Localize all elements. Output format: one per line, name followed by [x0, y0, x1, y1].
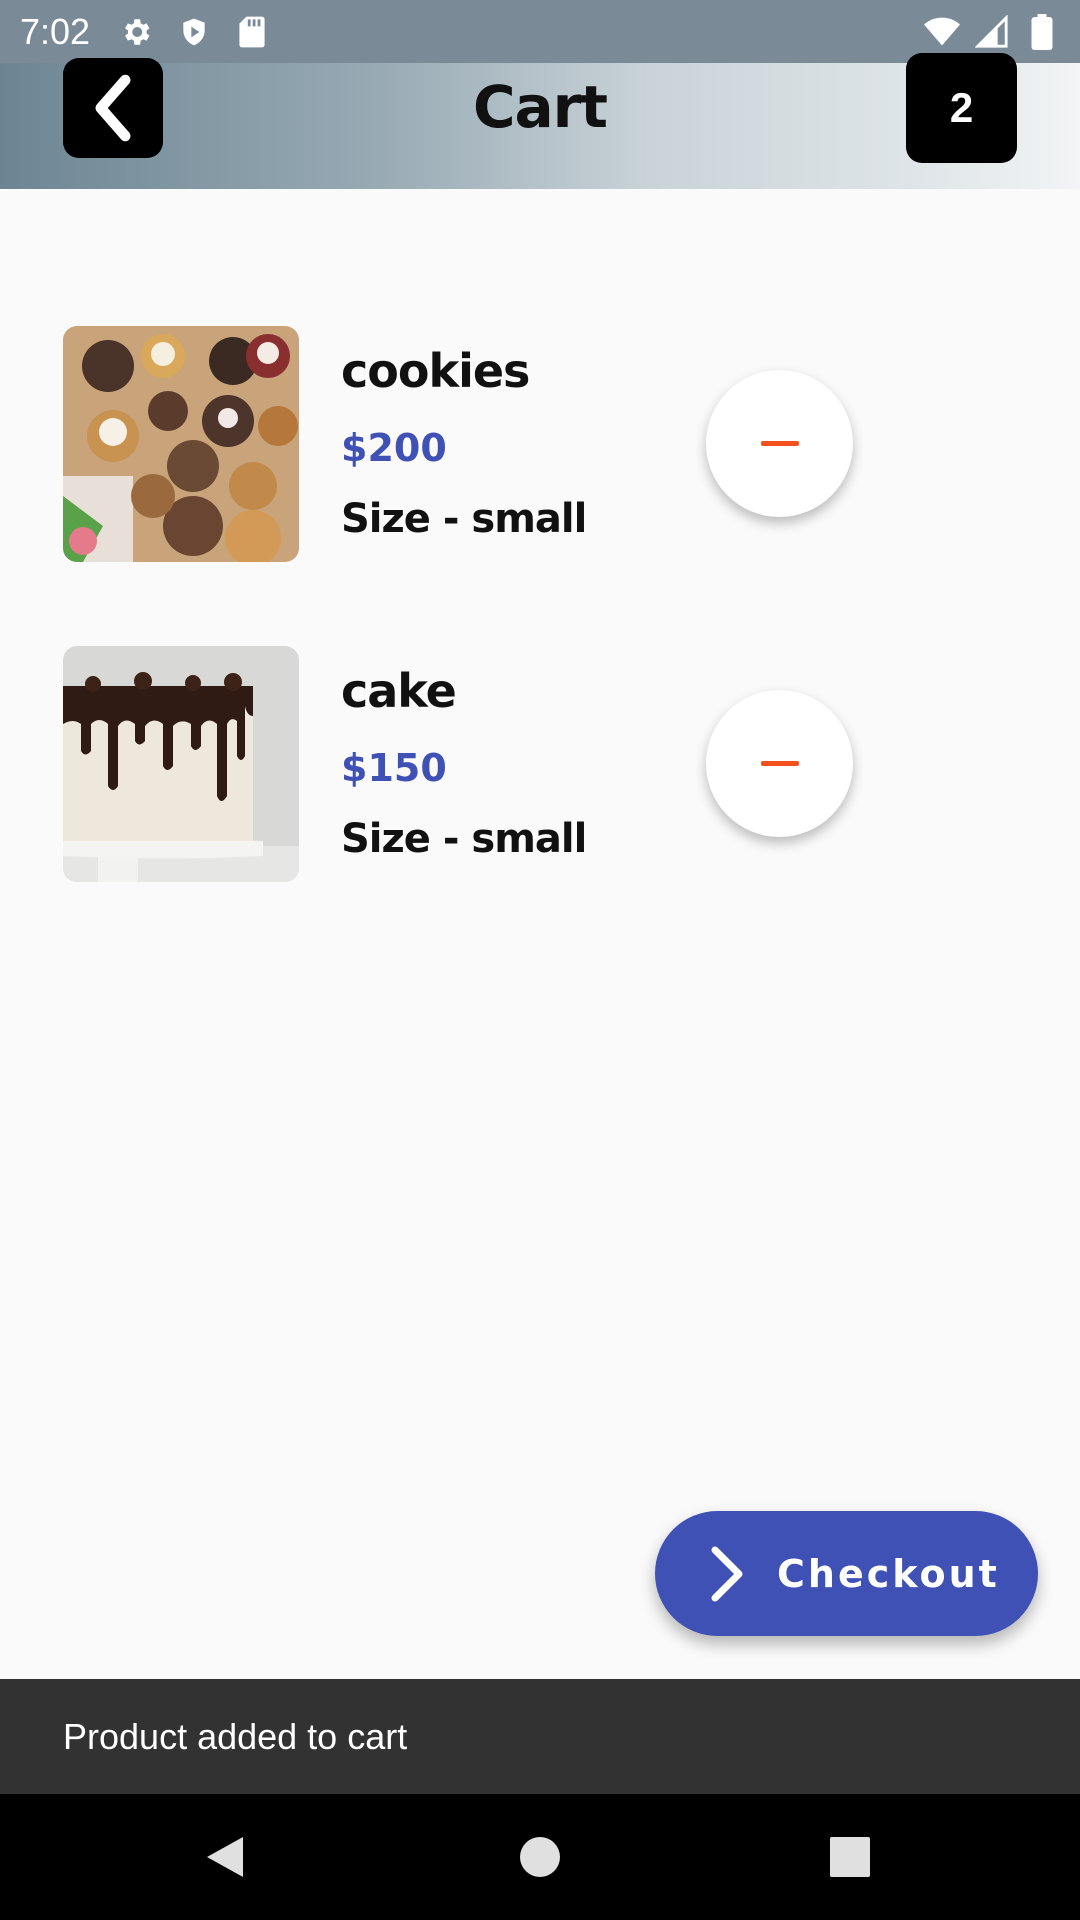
- item-size: Size - small: [341, 816, 587, 862]
- status-time: 7:02: [20, 10, 91, 52]
- shield-icon: [176, 14, 212, 50]
- snackbar: Product added to cart: [0, 1679, 1080, 1794]
- nav-recents-icon[interactable]: [825, 1832, 875, 1882]
- checkout-button[interactable]: Checkout: [655, 1511, 1038, 1636]
- item-name: cookies: [341, 344, 530, 398]
- snackbar-message: Product added to cart: [63, 1715, 408, 1757]
- item-name: cake: [341, 664, 457, 718]
- cell-signal-icon: [974, 14, 1010, 50]
- battery-icon: [1024, 13, 1060, 50]
- status-icons-right: [924, 13, 1060, 50]
- cookies-image: [63, 326, 299, 562]
- cart-count-badge[interactable]: 2: [906, 53, 1017, 163]
- nav-home-icon[interactable]: [515, 1832, 565, 1882]
- cart-item: cookies $200 Size - small: [63, 326, 1023, 562]
- checkout-label: Checkout: [777, 1551, 1000, 1596]
- chevron-right-icon: [711, 1546, 743, 1601]
- sd-card-icon: [234, 14, 270, 50]
- item-size: Size - small: [341, 496, 587, 542]
- status-icons-left: [118, 14, 270, 50]
- item-price: $200: [341, 426, 447, 470]
- cart-item: cake $150 Size - small: [63, 646, 1023, 882]
- wifi-icon: [924, 14, 960, 50]
- minus-icon: [760, 441, 799, 446]
- system-nav-bar: [0, 1794, 1080, 1920]
- app-bar: Cart 2: [0, 53, 1080, 189]
- item-price: $150: [341, 746, 447, 790]
- minus-icon: [760, 761, 799, 766]
- remove-item-button[interactable]: [706, 690, 853, 837]
- remove-item-button[interactable]: [706, 370, 853, 517]
- cake-image: [63, 646, 299, 882]
- settings-icon: [118, 14, 154, 50]
- nav-back-icon[interactable]: [200, 1832, 250, 1882]
